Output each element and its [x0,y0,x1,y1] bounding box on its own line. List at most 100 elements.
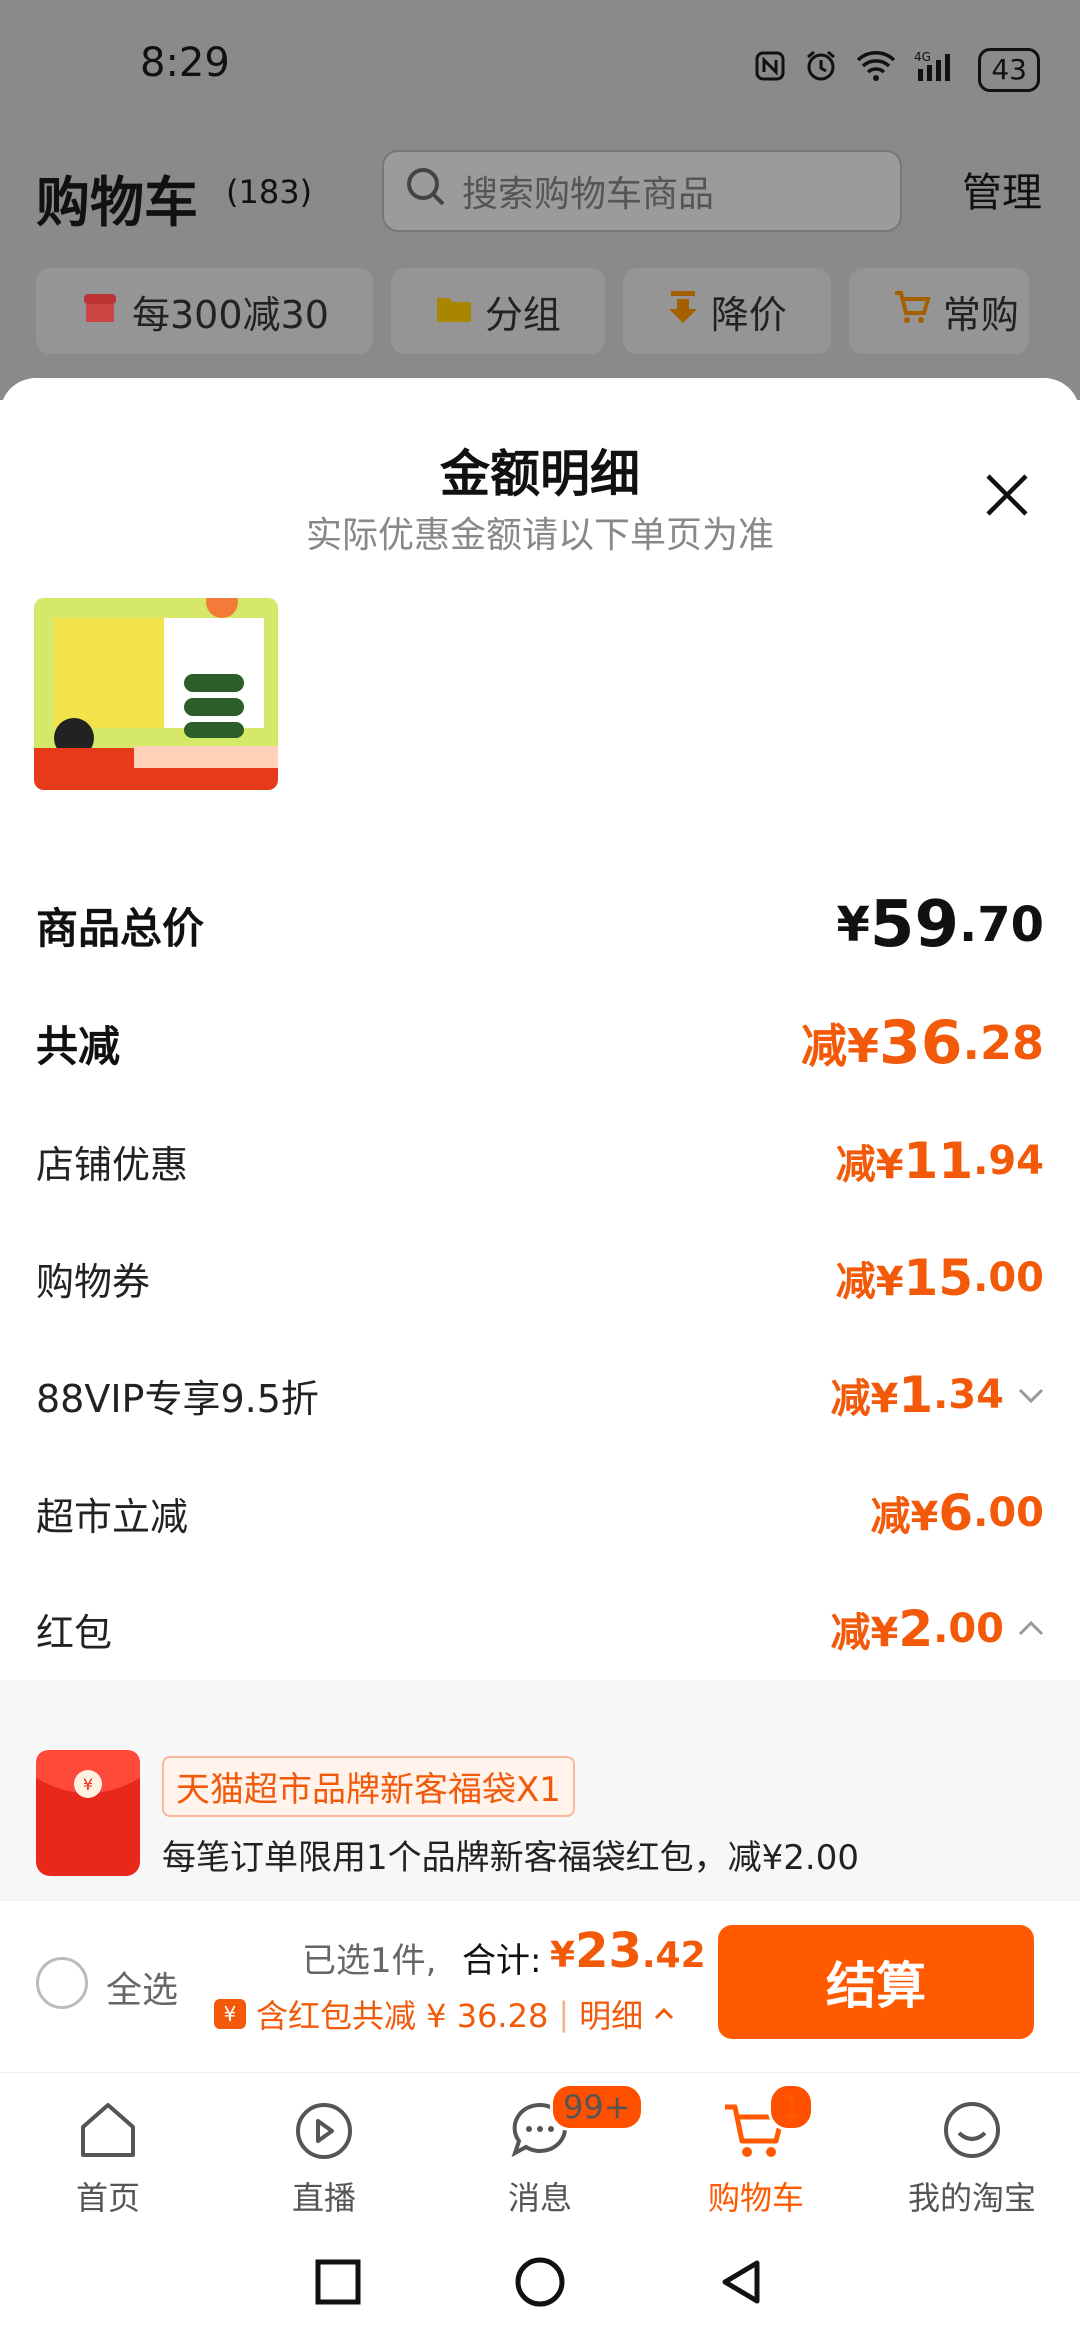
search-input[interactable]: 搜索购物车商品 [382,150,902,232]
row-amount: 减¥ 2.00 [831,1600,1047,1658]
amount-int: 23 [575,1923,642,1979]
chip-frequent[interactable]: 常购 [848,268,1029,354]
amount-int: 6 [938,1484,974,1542]
tab-home[interactable]: 首页 [0,2073,216,2224]
profile-icon [944,2102,1000,2158]
checkout-bar: 全选 已选1件, 合计: ¥23.42 ¥ 含红包共减 ¥ 36.28 | 明细… [0,1900,1080,2072]
row-shopping-voucher: 购物券 减¥ 15.00 [36,1233,1044,1323]
tab-messages[interactable]: 消息 99+ [432,2073,648,2224]
filter-chips: 每300减30 分组 降价 常购 [36,268,1029,354]
wifi-icon [856,50,896,90]
row-amount: 减¥ 36.28 [801,1008,1044,1078]
store-icon [80,289,120,333]
cart-count: (183) [226,173,313,211]
row-amount: 减¥ 11.94 [836,1132,1044,1190]
amount-dec: .42 [641,1935,706,1976]
product-thumbnail[interactable] [34,598,278,790]
row-supermarket-discount: 超市立减 减¥ 6.00 [36,1468,1044,1558]
row-label: 商品总价 [36,903,205,953]
row-label: 共减 [36,1021,121,1071]
manage-button[interactable]: 管理 [962,160,1042,218]
amount-int: 15 [903,1249,974,1307]
sheet-title: 金额明细 [440,445,640,503]
checkout-button[interactable]: 结算 [718,1925,1034,2039]
chip-group[interactable]: 分组 [390,268,605,354]
chevron-up-icon [655,2007,674,2020]
currency: 减¥ [835,1259,904,1305]
amount-dec: .00 [933,1606,1004,1652]
status-time: 8:29 [140,40,230,86]
chip-label: 常购 [942,292,1019,337]
amount-detail-sheet: 金额明细 实际优惠金额请以下单页为准 商品总价 ¥59.70 共减 减¥ 36.2… [0,378,1080,1900]
row-amount: ¥59.70 [837,888,1045,962]
home-icon [81,2103,135,2157]
amount-dec: .28 [962,1016,1045,1070]
row-label: 超市立减 [36,1494,189,1539]
chip-price-drop[interactable]: 降价 [622,268,831,354]
row-label: 红包 [36,1610,113,1655]
sheet-subtitle: 实际优惠金额请以下单页为准 [305,515,774,556]
row-label: 购物券 [36,1259,151,1304]
red-envelope-icon: ¥ [36,1750,140,1876]
currency: 减¥ [800,1019,879,1073]
red-packet-detail: ¥ 天猫超市品牌新客福袋X1 每笔订单限用1个品牌新客福袋红包，减¥2.00 [0,1680,1080,1900]
tab-cart[interactable]: 购物车 1 [648,2073,864,2224]
row-amount: 减¥ 1.34 [831,1366,1047,1424]
recent-apps-icon[interactable] [313,2257,363,2307]
tab-label: 我的淘宝 [907,2179,1036,2217]
cart-header: 购物车 (183) 搜索购物车商品 管理 [0,140,1080,255]
select-all-radio[interactable] [36,1957,88,2009]
currency: ¥ [550,1935,576,1976]
tab-my-taobao[interactable]: 我的淘宝 [864,2073,1080,2224]
selected-count: 已选1件, [302,1941,437,1981]
folder-icon [435,289,473,333]
tab-live[interactable]: 直播 [216,2073,432,2224]
battery-indicator: 43 [978,48,1040,92]
row-total-discount: 共减 减¥ 36.28 [36,998,1044,1088]
chevron-up-icon[interactable] [1016,1614,1046,1644]
search-placeholder: 搜索购物车商品 [462,174,715,215]
close-icon[interactable] [982,470,1032,520]
amount-int: 2 [898,1600,934,1658]
currency: ¥ [836,897,870,953]
home-nav-icon[interactable] [513,2255,567,2309]
message-badge: 99+ [550,2083,644,2131]
row-amount: 减¥ 15.00 [836,1249,1044,1307]
back-icon[interactable] [717,2257,767,2307]
chip-label: 降价 [710,292,787,337]
nfc-icon [754,50,786,90]
chip-label: 分组 [484,292,561,337]
row-store-discount: 店铺优惠 减¥ 11.94 [36,1116,1044,1206]
page-title: 购物车 [36,171,198,234]
currency: 减¥ [835,1142,904,1188]
svg-text:4G: 4G [914,50,931,64]
currency: 减¥ [870,1494,939,1540]
cart-small-icon [893,289,931,334]
amount-int: 1 [898,1366,934,1424]
amount-dec: .94 [973,1138,1044,1184]
row-amount: 减¥ 6.00 [871,1484,1045,1542]
alarm-icon [804,49,838,91]
tab-label: 首页 [75,2179,140,2217]
chevron-down-icon[interactable] [1016,1380,1046,1410]
currency: 减¥ [830,1610,899,1656]
detail-link[interactable]: 明细 [579,1991,643,2037]
row-88vip[interactable]: 88VIP专享9.5折 减¥ 1.34 [36,1350,1046,1440]
discount-summary[interactable]: ¥ 含红包共减 ¥ 36.28 | 明细 [214,1991,675,2037]
red-packet-tag: 天猫超市品牌新客福袋X1 [162,1756,575,1817]
row-label: 88VIP专享9.5折 [36,1376,319,1421]
cart-badge: 1 [768,2083,815,2131]
select-all-label[interactable]: 全选 [106,1961,178,2013]
amount-dec: .00 [973,1255,1044,1301]
chip-discount[interactable]: 每300减30 [36,268,373,354]
row-red-packet[interactable]: 红包 减¥ 2.00 [36,1584,1046,1674]
amount-int: 11 [903,1132,974,1190]
divider: | [558,1995,570,2033]
amount-dec: .34 [933,1372,1004,1418]
discount-text: 含红包共减 ¥ 36.28 [256,1997,549,2035]
total-label: 合计: [462,1941,542,1981]
row-total-price: 商品总价 ¥59.70 [36,880,1044,970]
chip-label: 每300减30 [132,292,329,337]
amount-int: 59 [869,888,959,962]
amount-dec: .70 [958,897,1044,953]
